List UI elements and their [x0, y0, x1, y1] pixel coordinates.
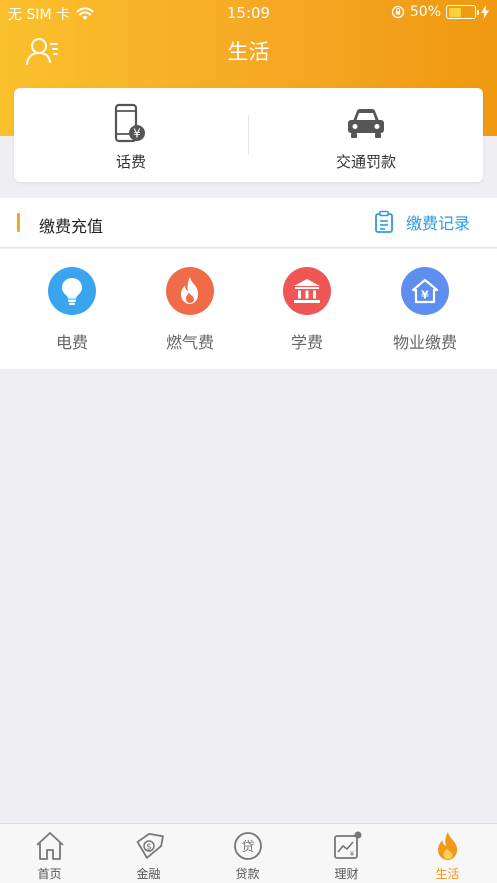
top-service-label: 话费 [115, 153, 146, 171]
tab-label: 金融 [136, 867, 161, 881]
page-title: 生活 [227, 40, 270, 64]
flame-icon [166, 267, 214, 315]
payment-item-tuition[interactable]: 学费 [245, 249, 369, 369]
battery-icon [446, 5, 479, 19]
payment-item-property[interactable]: ¥ 物业缴费 [363, 249, 487, 369]
house-yuan-icon: ¥ [401, 267, 449, 315]
section-header: 缴费充值 缴费记录 [0, 198, 497, 248]
wealth-icon: ¥ [333, 831, 361, 859]
phone-yuan-icon: ¥ [114, 103, 145, 143]
charging-icon [481, 5, 489, 19]
payment-grid: 电费 燃气费 学费 ¥ 物业缴费 [0, 249, 497, 369]
bank-icon [283, 267, 331, 315]
car-icon [348, 109, 384, 138]
payment-records-link[interactable]: 缴费记录 [374, 210, 470, 234]
top-services-card: ¥ 话费 交通罚款 [14, 88, 483, 182]
tab-wealth[interactable]: ¥ 理财 [297, 824, 396, 883]
home-icon [35, 832, 64, 860]
tab-label: 生活 [435, 867, 460, 881]
svg-text:¥: ¥ [421, 289, 429, 302]
payment-item-label: 燃气费 [165, 333, 214, 352]
finance-icon: $ [136, 832, 164, 859]
section-accent-bar [17, 213, 20, 232]
svg-text:$: $ [146, 843, 152, 853]
tab-life[interactable]: 生活 [398, 824, 497, 883]
loan-icon: 贷 [233, 832, 262, 860]
clipboard-icon [375, 210, 393, 233]
lightbulb-icon [48, 267, 96, 315]
tab-label: 贷款 [235, 867, 260, 881]
payment-item-label: 学费 [290, 333, 323, 352]
section-title: 缴费充值 [39, 217, 104, 236]
payment-item-label: 电费 [55, 333, 88, 352]
svg-text:¥: ¥ [133, 127, 141, 141]
payment-item-label: 物业缴费 [392, 333, 457, 352]
svg-text:¥: ¥ [349, 850, 354, 858]
tab-home[interactable]: 首页 [0, 824, 99, 883]
top-service-phone-bill[interactable]: ¥ 话费 [14, 88, 248, 182]
flame-icon [437, 832, 457, 860]
tab-finance[interactable]: $ 金融 [99, 824, 198, 883]
battery-percent: 50% [409, 4, 441, 20]
tab-label: 首页 [37, 867, 62, 881]
payment-item-electricity[interactable]: 电费 [10, 249, 134, 369]
rotation-lock-icon [391, 5, 405, 19]
tab-loan[interactable]: 贷 贷款 [198, 824, 297, 883]
status-bar: 无 SIM 卡 15:09 50% [0, 0, 497, 26]
tab-bar: 首页 $ 金融 贷 贷款 ¥ 理财 生活 [0, 823, 497, 883]
top-service-traffic-fine[interactable]: 交通罚款 [249, 88, 483, 182]
payment-records-label: 缴费记录 [405, 214, 470, 233]
payment-item-gas[interactable]: 燃气费 [128, 249, 252, 369]
top-service-label: 交通罚款 [335, 153, 396, 171]
tab-label: 理财 [334, 867, 359, 881]
status-right: 50% [391, 4, 489, 20]
svg-text:贷: 贷 [241, 840, 254, 855]
